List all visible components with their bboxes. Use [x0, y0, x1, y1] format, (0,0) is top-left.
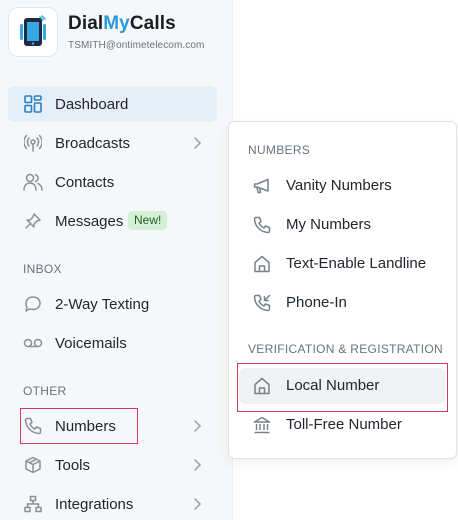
- tools-box-icon: [23, 455, 43, 475]
- bank-icon: [252, 415, 272, 435]
- sidebar-item-messages[interactable]: Messages New!: [8, 203, 217, 239]
- home-icon: [252, 254, 272, 274]
- sidebar-item-label: Broadcasts: [55, 134, 131, 152]
- chat-bubble-icon: [23, 294, 43, 314]
- section-label-other: OTHER: [23, 384, 67, 398]
- pin-icon: [23, 211, 43, 231]
- sidebar-item-label: Dashboard: [55, 95, 129, 113]
- megaphone-icon: [252, 176, 272, 196]
- dialmycalls-logo: [8, 7, 58, 57]
- sidebar-item-label: Contacts: [55, 173, 115, 191]
- menu-item-label: Toll-Free Number: [286, 416, 402, 433]
- brand-name: DialMyCalls: [68, 13, 176, 34]
- menu-item-label: Text-Enable Landline: [286, 255, 427, 272]
- sidebar-item-label: 2-Way Texting: [55, 295, 150, 313]
- menu-item-label: Vanity Numbers: [286, 177, 392, 194]
- menu-item-label: My Numbers: [286, 216, 372, 233]
- numbers-dropdown-menu: NUMBERS Vanity Numbers My Numbers Text-E…: [228, 121, 457, 459]
- account-email: TSMITH@ontimetelecom.com: [68, 40, 205, 51]
- chevron-right-icon: [194, 498, 202, 510]
- section-label-numbers: NUMBERS: [248, 143, 311, 157]
- menu-item-toll-free-number[interactable]: Toll-Free Number: [239, 407, 445, 443]
- integrations-icon: [23, 494, 43, 514]
- sidebar-item-dashboard[interactable]: Dashboard: [8, 86, 217, 122]
- menu-item-label: Phone-In: [286, 294, 347, 311]
- broadcast-icon: [23, 133, 43, 153]
- menu-item-phone-in[interactable]: Phone-In: [239, 285, 445, 321]
- sidebar-item-label: Messages: [55, 212, 124, 230]
- new-badge: New!: [128, 211, 168, 230]
- section-label-verification: VERIFICATION & REGISTRATION: [248, 342, 444, 356]
- chevron-right-icon: [194, 459, 202, 471]
- dashboard-grid-icon: [23, 94, 43, 114]
- local-number-highlight-box: [237, 363, 448, 412]
- sidebar-item-label: Tools: [55, 456, 91, 474]
- section-label-inbox: INBOX: [23, 262, 62, 276]
- sidebar-item-2-way-texting[interactable]: 2-Way Texting: [8, 286, 217, 322]
- menu-item-my-numbers[interactable]: My Numbers: [239, 207, 445, 243]
- voicemail-icon: [23, 333, 43, 353]
- chevron-right-icon: [194, 137, 202, 149]
- sidebar-item-label: Voicemails: [55, 334, 127, 352]
- sidebar-item-broadcasts[interactable]: Broadcasts: [8, 125, 217, 161]
- numbers-highlight-box: [20, 408, 138, 444]
- sidebar: DialMyCalls TSMITH@ontimetelecom.com Das…: [0, 0, 233, 520]
- menu-item-text-enable-landline[interactable]: Text-Enable Landline: [239, 246, 445, 282]
- brand[interactable]: DialMyCalls TSMITH@ontimetelecom.com: [8, 7, 204, 57]
- menu-item-vanity-numbers[interactable]: Vanity Numbers: [239, 168, 445, 204]
- contacts-icon: [23, 172, 43, 192]
- chevron-right-icon: [194, 420, 202, 432]
- phone-incoming-icon: [252, 293, 272, 313]
- phone-logo-icon: [20, 15, 46, 46]
- sidebar-item-tools[interactable]: Tools: [8, 447, 217, 483]
- sidebar-item-integrations[interactable]: Integrations: [8, 486, 217, 520]
- phone-icon: [252, 215, 272, 235]
- sidebar-item-contacts[interactable]: Contacts: [8, 164, 217, 200]
- sidebar-item-label: Integrations: [55, 495, 134, 513]
- sidebar-item-voicemails[interactable]: Voicemails: [8, 325, 217, 361]
